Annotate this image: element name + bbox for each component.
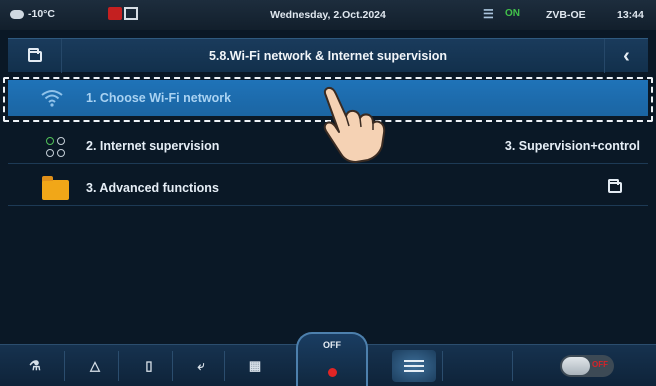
boiler-button[interactable]: ▯ [134, 345, 164, 386]
mode-auto-button[interactable]: ⚗ [14, 345, 56, 386]
status-bar: -10°C Wednesday, 2.Oct.2024 ☰ ON ZVB-OE … [0, 0, 656, 30]
off-mode-label: OFF [323, 340, 341, 350]
wifi-status-icon: ☰ [483, 7, 494, 21]
chevron-left-icon: ‹ [623, 45, 630, 67]
dots-icon [46, 137, 66, 157]
back-button[interactable]: ‹ [604, 39, 648, 73]
tap-icon: ⤶ [197, 358, 205, 373]
hamburger-line [404, 365, 424, 367]
water-drop-icon: △ [90, 358, 100, 373]
toggle-knob [562, 357, 590, 375]
menu-item-label: 2. Internet supervision [86, 138, 220, 153]
folder-outline-icon [608, 179, 622, 193]
folder-button[interactable] [8, 39, 62, 73]
signal-status: ON [505, 8, 520, 19]
power-toggle[interactable]: OFF [560, 355, 614, 377]
hamburger-line [404, 360, 424, 362]
hamburger-line [404, 370, 424, 372]
menu-item-advanced-functions[interactable]: 3. Advanced functions [8, 170, 648, 206]
auto-mode-icon: ⚗ [29, 358, 41, 373]
folder-icon [27, 47, 42, 62]
page-title: 5.8.Wi-Fi network & Internet supervision [208, 48, 448, 63]
time-text: 13:44 [617, 9, 644, 21]
boiler-icon: ▯ [145, 358, 153, 373]
radiator-button[interactable]: ▦ [238, 345, 272, 386]
main-menu-button[interactable] [392, 350, 436, 382]
tap-button[interactable]: ⤶ [186, 345, 216, 386]
device-name: ZVB-OE [546, 9, 586, 21]
folder-icon [42, 176, 69, 200]
drop-button[interactable]: △ [80, 345, 110, 386]
menu-item-label: 3. Advanced functions [86, 180, 219, 195]
title-bar: 5.8.Wi-Fi network & Internet supervision… [8, 38, 648, 73]
status-dot [328, 368, 337, 377]
hand-pointer-icon [323, 86, 386, 163]
toggle-label: OFF [592, 360, 608, 369]
off-mode-button[interactable]: OFF [296, 332, 368, 386]
radiator-icon: ▦ [248, 358, 262, 373]
menu-item-value: 3. Supervision+control [504, 138, 640, 153]
